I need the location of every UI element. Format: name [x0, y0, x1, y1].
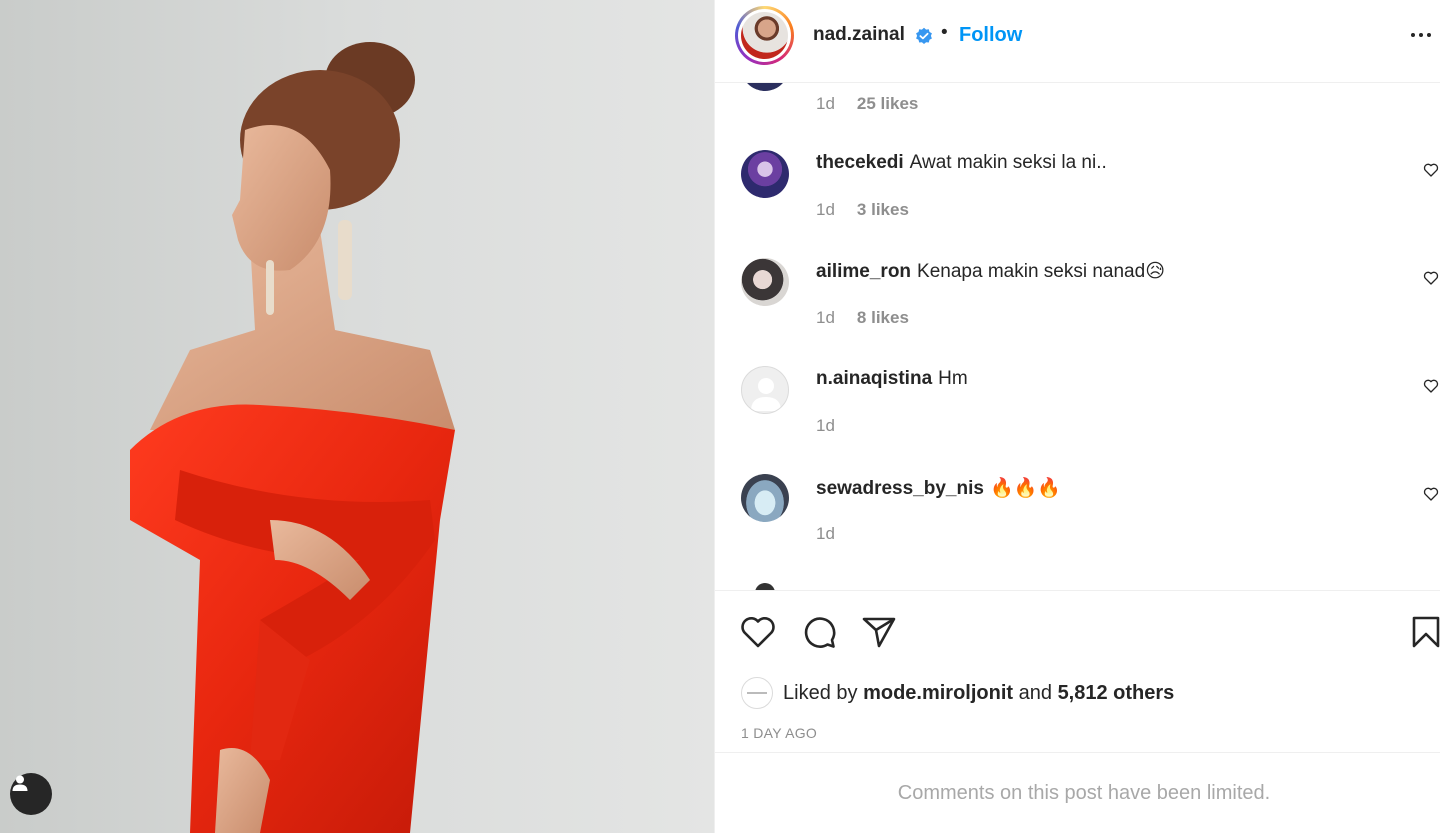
default-avatar-icon: [751, 378, 781, 411]
post-image[interactable]: [0, 0, 714, 833]
comment-meta: 1d 8 likes: [816, 308, 909, 328]
likes-others-link[interactable]: 5,812 others: [1058, 682, 1175, 705]
likes-conjunction: and: [1018, 681, 1052, 704]
comment-bubble-icon[interactable]: [801, 615, 837, 649]
bookmark-icon[interactable]: [1411, 615, 1440, 649]
heart-icon[interactable]: [1423, 486, 1439, 502]
post-photo-illustration: [0, 0, 714, 833]
liker-logo-icon: [747, 692, 767, 694]
comment-text: Awat makin seksi la ni..: [909, 152, 1107, 173]
heart-icon[interactable]: [740, 615, 776, 649]
more-options-icon[interactable]: [1411, 33, 1431, 37]
author-avatar[interactable]: [735, 6, 794, 65]
heart-icon[interactable]: [1423, 162, 1439, 178]
comment-avatar[interactable]: [741, 366, 789, 414]
comment-avatar[interactable]: [741, 474, 789, 522]
list-item: ailime_ron Kenapa makin seksi nanad😥 1d 8 …: [715, 258, 1440, 366]
comment-body: n.ainaqistina Hm: [816, 368, 968, 390]
author-username[interactable]: nad.zainal: [813, 24, 905, 46]
post-timestamp[interactable]: 1 DAY AGO: [741, 725, 817, 741]
list-item: sewadress_by_nis 🔥🔥🔥 1d: [715, 474, 1440, 582]
post-side-panel: nad.zainal • Follow 1d 25 likes thecekedi…: [714, 0, 1440, 833]
verified-badge-icon: [916, 27, 932, 44]
post-actions: Liked by mode.miroljonit and 5,812 other…: [715, 590, 1440, 752]
comment-likes[interactable]: 25 likes: [857, 94, 918, 113]
comment-username[interactable]: n.ainaqistina: [816, 368, 932, 389]
comment-text: 🔥🔥🔥: [989, 478, 1061, 499]
heart-icon[interactable]: [1423, 378, 1439, 394]
user-tag-icon: [12, 775, 28, 791]
comment-text: Hm: [938, 368, 968, 389]
paper-plane-icon[interactable]: [861, 615, 897, 649]
comment-body: sewadress_by_nis 🔥🔥🔥: [816, 476, 1061, 500]
comment-text: Kenapa makin seksi nanad😥: [917, 261, 1166, 282]
liker-avatar[interactable]: [741, 677, 773, 709]
comment-avatar[interactable]: [741, 83, 789, 91]
comment-username[interactable]: sewadress_by_nis: [816, 478, 984, 499]
comments-limited-notice: Comments on this post have been limited.: [715, 752, 1440, 833]
limited-notice-text: Comments on this post have been limited.: [897, 781, 1271, 804]
comment-avatar[interactable]: [755, 583, 775, 590]
post-header: nad.zainal • Follow: [715, 0, 1440, 83]
comment-avatar[interactable]: [741, 258, 789, 306]
comment-time[interactable]: 1d: [816, 308, 835, 327]
user-tag-button[interactable]: [10, 773, 52, 815]
comment-likes[interactable]: 3 likes: [857, 200, 909, 219]
list-item: thecekedi Awat makin seksi la ni.. 1d 3 li…: [715, 150, 1440, 258]
comment-meta: 1d 25 likes: [816, 94, 918, 114]
comment-body: ailime_ron Kenapa makin seksi nanad😥: [816, 260, 1165, 283]
comment-time[interactable]: 1d: [816, 200, 835, 219]
heart-icon[interactable]: [1423, 270, 1439, 286]
comment-time[interactable]: 1d: [816, 524, 835, 543]
follow-button[interactable]: Follow: [959, 24, 1022, 47]
comment-likes[interactable]: 8 likes: [857, 308, 909, 327]
comment-body: thecekedi Awat makin seksi la ni..: [816, 152, 1107, 174]
comments-list[interactable]: 1d 25 likes thecekedi Awat makin seksi la …: [715, 83, 1440, 590]
header-separator: •: [941, 22, 948, 43]
comment-time[interactable]: 1d: [816, 94, 835, 113]
comment-meta: 1d 3 likes: [816, 200, 909, 220]
comment-meta: 1d: [816, 524, 835, 544]
liker-username[interactable]: mode.miroljonit: [863, 682, 1013, 705]
comment-avatar[interactable]: [741, 150, 789, 198]
comment-username[interactable]: thecekedi: [816, 152, 904, 173]
comment-meta: 1d: [816, 416, 835, 436]
comment-time[interactable]: 1d: [816, 416, 835, 435]
likes-prefix: Liked by: [783, 681, 858, 704]
likes-summary: Liked by mode.miroljonit and 5,812 other…: [741, 677, 1174, 709]
comment-username[interactable]: ailime_ron: [816, 261, 911, 282]
list-item: n.ainaqistina Hm 1d: [715, 366, 1440, 474]
